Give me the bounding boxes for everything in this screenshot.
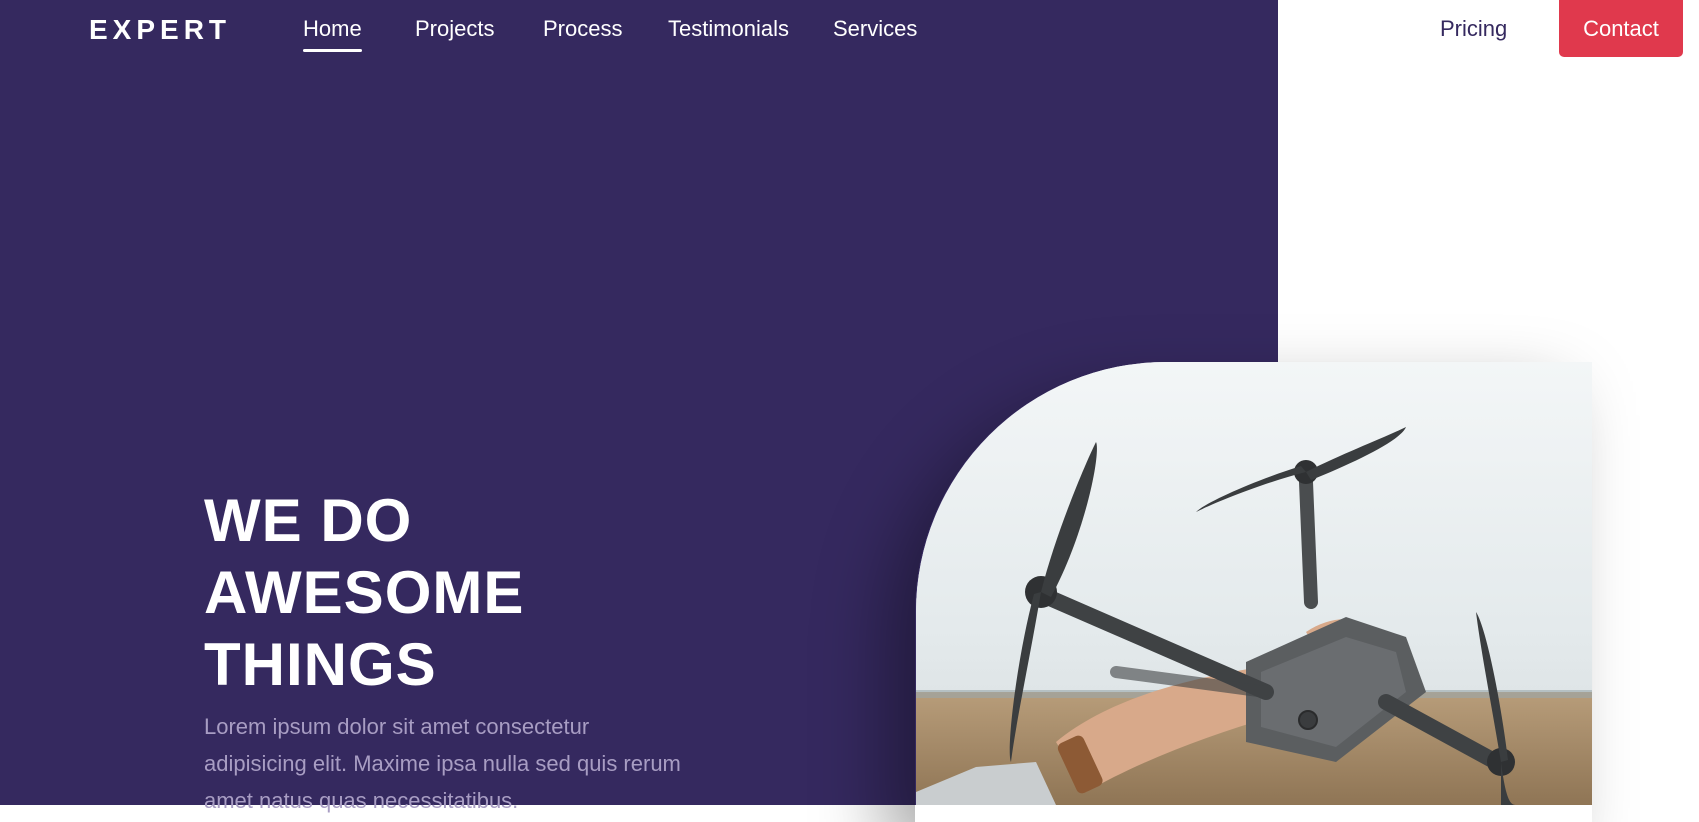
hero-title-line: THINGS [204,631,437,698]
hero-title-line: AWESOME [204,559,525,626]
nav-link-process[interactable]: Process [543,16,622,42]
hero-title: WE DO AWESOME THINGS [204,485,684,701]
hero-title-line: WE DO [204,487,413,554]
drone-illustration [916,362,1592,805]
hero-description: Lorem ipsum dolor sit amet consectetur a… [204,714,681,813]
hero-image-drone [916,362,1592,805]
nav-link-projects[interactable]: Projects [415,16,494,42]
top-navigation: EXPERT Home Projects Process Testimonial… [0,0,1699,62]
nav-link-pricing[interactable]: Pricing [1440,16,1507,42]
nav-link-services[interactable]: Services [833,16,917,42]
contact-button[interactable]: Contact [1559,0,1683,57]
nav-link-home[interactable]: Home [303,16,362,52]
nav-link-testimonials[interactable]: Testimonials [668,16,789,42]
logo[interactable]: EXPERT [89,14,231,46]
